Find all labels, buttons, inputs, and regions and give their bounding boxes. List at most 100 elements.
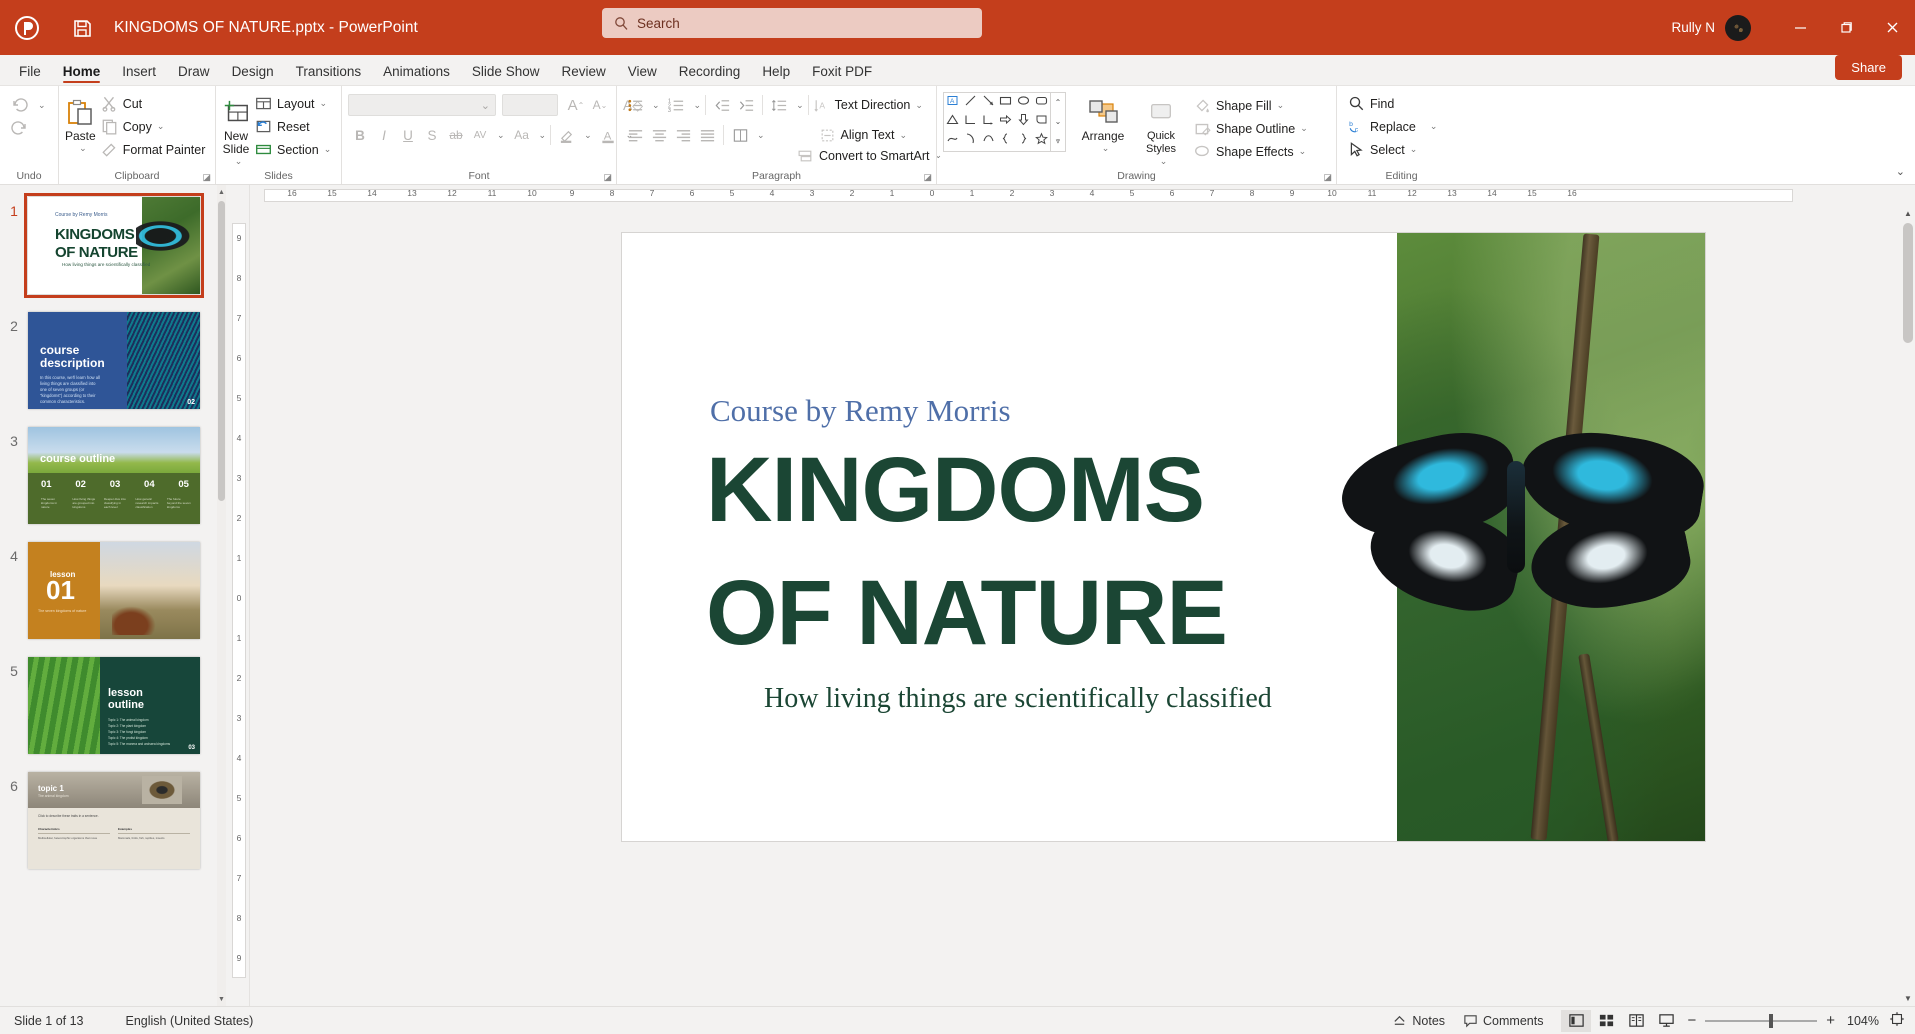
list-item[interactable]: 3 course outline 01 02 03 04 05 The seve… (0, 427, 228, 524)
canvas-scrollbar-handle[interactable] (1903, 223, 1913, 343)
align-right-icon[interactable] (671, 124, 695, 147)
shapes-scroll-up-icon[interactable]: ⌃ (1051, 93, 1065, 112)
shape-right-brace-icon[interactable] (1017, 132, 1030, 150)
shape-fill-button[interactable]: Shape Fill ⌄ (1189, 94, 1313, 117)
tab-insert[interactable]: Insert (111, 61, 167, 85)
shape-rounded-rectangle-icon[interactable] (1035, 94, 1048, 112)
canvas-scroll-down-icon[interactable]: ▼ (1901, 990, 1915, 1006)
tab-help[interactable]: Help (751, 61, 801, 85)
shape-outline-caret-icon[interactable]: ⌄ (1300, 123, 1308, 134)
list-item[interactable]: 6 topic 1 The animal kingdom Click to de… (0, 772, 228, 869)
clipboard-dialog-launcher[interactable]: ◪ (202, 172, 211, 183)
tab-draw[interactable]: Draw (167, 61, 221, 85)
slide-subtitle[interactable]: How living things are scientifically cla… (764, 683, 1272, 715)
numbering-caret-icon[interactable]: ⌄ (694, 100, 702, 111)
tab-file[interactable]: File (8, 61, 52, 85)
columns-caret-icon[interactable]: ⌄ (757, 130, 765, 141)
arrange-button[interactable]: Arrange ⌄ (1073, 92, 1133, 154)
shape-elbow-arrow-icon[interactable] (982, 113, 995, 131)
align-center-icon[interactable] (647, 124, 671, 147)
tab-transitions[interactable]: Transitions (285, 61, 373, 85)
tab-home[interactable]: Home (52, 61, 112, 85)
replace-button[interactable]: bc Replace ⌄ (1343, 115, 1442, 138)
paste-caret-icon[interactable]: ⌄ (79, 143, 87, 154)
shapes-more-icon[interactable]: ⩔ (1051, 132, 1065, 151)
list-item[interactable]: 1 Course by Remy Morris KINGDOMS OF NATU… (0, 193, 228, 298)
arrange-caret-icon[interactable]: ⌄ (1102, 143, 1110, 154)
section-button[interactable]: Section ⌄ (250, 138, 336, 161)
format-painter-button[interactable]: Format Painter (96, 138, 211, 161)
justify-icon[interactable] (695, 124, 719, 147)
thumbnail-scroll-down-icon[interactable]: ▼ (217, 992, 226, 1006)
shape-triangle-icon[interactable] (946, 113, 959, 131)
minimize-button[interactable] (1777, 0, 1823, 55)
shape-effects-button[interactable]: Shape Effects ⌄ (1189, 140, 1313, 163)
bold-button[interactable]: B (348, 124, 372, 147)
select-caret-icon[interactable]: ⌄ (1410, 144, 1418, 155)
shape-oval-icon[interactable] (1017, 94, 1030, 112)
list-item[interactable]: 4 lesson 01 The seven kingdoms of nature (0, 542, 228, 639)
paste-button[interactable]: Paste ⌄ (65, 92, 96, 154)
select-button[interactable]: Select ⌄ (1343, 138, 1442, 161)
undo-caret-icon[interactable]: ⌄ (38, 100, 46, 111)
character-spacing-caret-icon[interactable]: ⌄ (497, 130, 505, 141)
paragraph-dialog-launcher[interactable]: ◪ (923, 172, 932, 183)
section-caret-icon[interactable]: ⌄ (324, 144, 332, 155)
zoom-out-button[interactable]: − (1687, 1012, 1696, 1029)
slide-thumbnail-2[interactable]: course description In this course, we'll… (28, 312, 200, 409)
shapes-gallery[interactable]: A (943, 92, 1051, 152)
drawing-dialog-launcher[interactable]: ◪ (1323, 172, 1332, 183)
new-slide-button[interactable]: New Slide ⌄ (222, 92, 250, 167)
font-name-input[interactable]: ⌄ (348, 94, 496, 116)
shape-elbow-connector-icon[interactable] (964, 113, 977, 131)
text-direction-caret-icon[interactable]: ⌄ (915, 100, 923, 111)
avatar[interactable] (1725, 14, 1751, 41)
replace-caret-icon[interactable]: ⌄ (1430, 121, 1438, 132)
thumbnail-scroll-up-icon[interactable]: ▲ (217, 185, 226, 199)
align-left-icon[interactable] (623, 124, 647, 147)
italic-button[interactable]: I (372, 124, 396, 147)
tab-recording[interactable]: Recording (668, 61, 752, 85)
align-text-caret-icon[interactable]: ⌄ (900, 130, 908, 141)
slideshow-view-button[interactable] (1651, 1010, 1681, 1032)
columns-icon[interactable] (728, 124, 752, 147)
butterfly-photo[interactable] (1332, 233, 1705, 841)
slide-thumbnail-5[interactable]: lesson outline Topic 1: The animal kingd… (28, 657, 200, 754)
line-spacing-icon[interactable] (767, 94, 791, 117)
list-item[interactable]: 5 lesson outline Topic 1: The animal kin… (0, 657, 228, 754)
copy-button[interactable]: Copy ⌄ (96, 115, 211, 138)
share-button[interactable]: Share (1835, 55, 1902, 80)
decrease-font-size-button[interactable]: A ⌄ (588, 94, 612, 117)
zoom-control[interactable]: − + 104% (1687, 1011, 1905, 1030)
shape-scribble-icon[interactable] (946, 132, 959, 150)
shape-rectangle-icon[interactable] (999, 94, 1012, 112)
shape-fill-caret-icon[interactable]: ⌄ (1277, 100, 1285, 111)
zoom-slider-handle[interactable] (1769, 1013, 1774, 1028)
fit-slide-button[interactable] (1889, 1011, 1905, 1030)
reset-button[interactable]: Reset (250, 115, 336, 138)
slide-counter[interactable]: Slide 1 of 13 (14, 1014, 84, 1028)
quick-styles-button[interactable]: Quick Styles ⌄ (1133, 92, 1189, 167)
shape-effects-caret-icon[interactable]: ⌄ (1299, 146, 1307, 157)
restore-button[interactable] (1823, 0, 1869, 55)
canvas-scrollbar[interactable]: ▲ ▼ (1901, 205, 1915, 1006)
zoom-slider[interactable] (1705, 1013, 1818, 1028)
layout-button[interactable]: Layout ⌄ (250, 92, 336, 115)
font-size-input[interactable] (502, 94, 558, 116)
shape-outline-button[interactable]: Shape Outline ⌄ (1189, 117, 1313, 140)
change-case-caret-icon[interactable]: ⌄ (539, 130, 547, 141)
shape-star-icon[interactable] (1034, 132, 1048, 150)
slide-thumbnail-3[interactable]: course outline 01 02 03 04 05 The seven … (28, 427, 200, 524)
slide-thumbnail-1[interactable]: Course by Remy Morris KINGDOMS OF NATURE… (24, 193, 204, 298)
convert-to-smartart-button[interactable]: Convert to SmartArt ⌄ (792, 144, 947, 167)
shape-left-brace-icon[interactable] (999, 132, 1012, 150)
normal-view-button[interactable] (1561, 1009, 1592, 1032)
change-case-button[interactable]: Aa (510, 124, 534, 147)
slide-thumbnail-6[interactable]: topic 1 The animal kingdom Click to desc… (28, 772, 200, 869)
bullets-icon[interactable] (623, 94, 647, 117)
undo-button[interactable]: ⌄ (6, 94, 51, 117)
new-slide-caret-icon[interactable]: ⌄ (235, 156, 243, 167)
slide-title[interactable]: KINGDOMS OF NATURE (706, 429, 1228, 675)
comments-button[interactable]: Comments (1463, 1013, 1543, 1028)
list-item[interactable]: 2 course description In this course, we'… (0, 312, 228, 409)
